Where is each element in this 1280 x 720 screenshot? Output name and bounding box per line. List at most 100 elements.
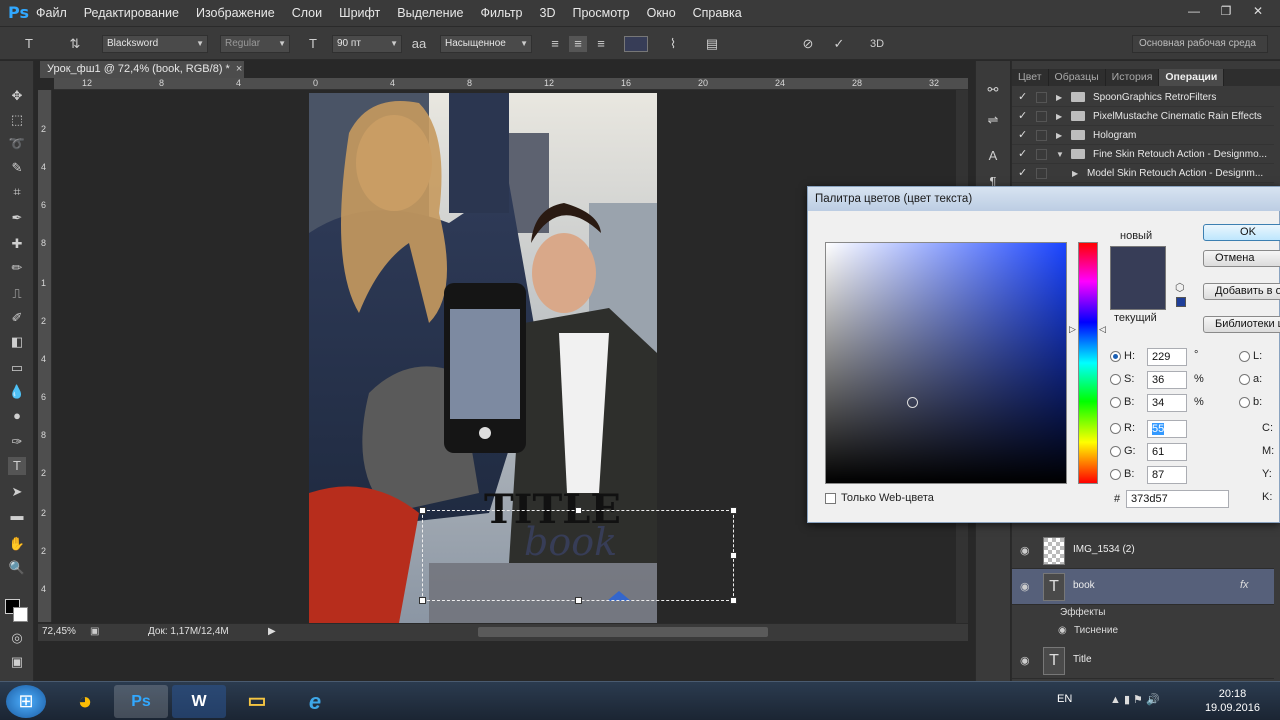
transform-handle[interactable] <box>419 507 426 514</box>
transform-handle[interactable] <box>730 507 737 514</box>
saturation-radio[interactable] <box>1110 374 1121 385</box>
quick-mask-icon[interactable]: ◎ <box>8 629 26 647</box>
check-icon[interactable]: ✓ <box>1018 107 1027 126</box>
cancel-edit-icon[interactable]: ⊘ <box>799 36 817 52</box>
transform-handle[interactable] <box>730 597 737 604</box>
transform-bounding-box[interactable] <box>422 510 734 601</box>
menu-select[interactable]: Выделение <box>397 6 463 20</box>
menu-image[interactable]: Изображение <box>196 6 275 20</box>
start-button-icon[interactable]: ⊞ <box>6 685 46 718</box>
warp-text-icon[interactable]: ⌇ <box>664 36 682 52</box>
horizontal-scrollbar-thumb[interactable] <box>478 627 768 637</box>
transform-handle[interactable] <box>419 597 426 604</box>
menu-type[interactable]: Шрифт <box>339 6 380 20</box>
s-input[interactable]: 36 <box>1147 371 1187 389</box>
adjustments-panel-icon[interactable]: ⇌ <box>984 111 1002 129</box>
expand-icon[interactable]: ▶ <box>1056 88 1062 107</box>
commit-edit-icon[interactable]: ✓ <box>830 36 848 52</box>
visibility-eye-icon[interactable]: ◉ <box>1058 625 1067 636</box>
document-info[interactable]: Док: 1,17M/12,4M <box>148 626 229 637</box>
font-family-select[interactable]: Blacksword ▼ <box>102 35 208 53</box>
h-input[interactable]: 229 <box>1147 348 1187 366</box>
explorer-taskbar-icon[interactable]: ▭ <box>230 685 284 718</box>
antialias-select[interactable]: Насыщенное ▼ <box>440 35 532 53</box>
menu-edit[interactable]: Редактирование <box>84 6 179 20</box>
crop-tool-icon[interactable]: ⌗ <box>8 183 26 201</box>
color-field-marker[interactable] <box>907 397 918 408</box>
status-arrow-icon[interactable]: ▶ <box>268 626 276 637</box>
marquee-tool-icon[interactable]: ⬚ <box>8 111 26 129</box>
align-right-icon[interactable]: ≡ <box>592 36 610 52</box>
hue-slider[interactable] <box>1078 242 1098 484</box>
clock[interactable]: 20:18 19.09.2016 <box>1205 687 1260 715</box>
collapse-icon[interactable]: ▼ <box>1056 145 1064 164</box>
layer-row-selected[interactable]: ◉ Tbook fx <box>1012 569 1274 605</box>
expand-icon[interactable]: ▶ <box>1072 164 1078 183</box>
red-radio[interactable] <box>1110 423 1121 434</box>
blue-input[interactable]: 87 <box>1147 466 1187 484</box>
tab-history[interactable]: История <box>1106 69 1160 86</box>
menu-3d[interactable]: 3D <box>540 6 556 20</box>
color-libraries-button[interactable]: Библиотеки цветов <box>1203 316 1280 333</box>
expand-icon[interactable]: ▶ <box>1056 126 1062 145</box>
language-indicator[interactable]: EN <box>1057 693 1072 705</box>
lasso-tool-icon[interactable]: ➰ <box>8 135 26 153</box>
menu-window[interactable]: Окно <box>647 6 676 20</box>
r-input[interactable]: 55 <box>1147 420 1187 438</box>
zoom-tool-icon[interactable]: 🔍 <box>8 559 26 577</box>
chrome-taskbar-icon[interactable]: ◕ <box>58 685 112 718</box>
close-window-button[interactable]: ✕ <box>1244 2 1272 20</box>
shape-tool-icon[interactable]: ▬ <box>8 507 26 525</box>
ruler-horizontal[interactable]: 12 8 4 0 4 8 12 16 20 24 28 32 <box>54 78 968 90</box>
dialog-toggle[interactable] <box>1036 149 1047 160</box>
dialog-toggle[interactable] <box>1036 168 1047 179</box>
expand-icon[interactable]: ▶ <box>1056 107 1062 126</box>
dialog-toggle[interactable] <box>1036 130 1047 141</box>
out-of-gamut-cube-icon[interactable]: ⬡ <box>1175 281 1185 294</box>
screen-mode-icon[interactable]: ▣ <box>8 653 26 671</box>
font-size-select[interactable]: 90 пт ▼ <box>332 35 402 53</box>
status-menu-icon[interactable]: ▣ <box>90 626 99 637</box>
ruler-vertical[interactable]: 2 4 6 8 1 2 4 6 8 2 2 2 4 <box>38 90 52 622</box>
layer-row[interactable]: ◉ T Title <box>1012 643 1274 679</box>
cancel-button[interactable]: Отмена <box>1203 250 1280 267</box>
hue-arrow-right-icon[interactable]: ◁ <box>1099 324 1106 335</box>
check-icon[interactable]: ✓ <box>1018 164 1027 183</box>
history-brush-tool-icon[interactable]: ✐ <box>8 309 26 327</box>
layer-effect-emboss[interactable]: Тиснение <box>1074 625 1118 636</box>
workspace-select[interactable]: Основная рабочая среда <box>1132 35 1268 53</box>
green-radio[interactable] <box>1110 446 1121 457</box>
eraser-tool-icon[interactable]: ◧ <box>8 333 26 351</box>
fx-icon[interactable]: fx <box>1240 579 1249 591</box>
tab-color[interactable]: Цвет <box>1012 69 1049 86</box>
layer-effects-label[interactable]: Эффекты <box>1060 607 1105 618</box>
check-icon[interactable]: ✓ <box>1018 88 1027 107</box>
background-color-swatch[interactable] <box>13 607 28 622</box>
word-taskbar-icon[interactable]: W <box>172 685 226 718</box>
web-safe-swatch[interactable] <box>1176 297 1186 307</box>
color-field[interactable] <box>825 242 1067 484</box>
menu-layers[interactable]: Слои <box>292 6 322 20</box>
text-color-swatch[interactable] <box>624 36 648 52</box>
path-select-tool-icon[interactable]: ➤ <box>8 483 26 501</box>
eyedropper-tool-icon[interactable]: ✒ <box>8 209 26 227</box>
dialog-toggle[interactable] <box>1036 92 1047 103</box>
zoom-level[interactable]: 72,45% <box>42 626 76 637</box>
document-tab[interactable]: Урок_фш1 @ 72,4% (book, RGB/8) * × <box>40 61 244 78</box>
a-radio[interactable] <box>1239 374 1250 385</box>
ok-button[interactable]: OK <box>1203 224 1280 241</box>
action-set-row[interactable]: ✓ ▶ SpoonGraphics RetroFilters <box>1012 88 1274 107</box>
close-document-icon[interactable]: × <box>236 63 242 75</box>
hex-input[interactable]: 373d57 <box>1126 490 1229 508</box>
brush-tool-icon[interactable]: ✏ <box>8 259 26 277</box>
stamp-tool-icon[interactable]: ⎍ <box>8 285 26 303</box>
dialog-title[interactable]: Палитра цветов (цвет текста) <box>808 187 1280 211</box>
3d-text-icon[interactable]: 3D <box>868 36 886 52</box>
tab-swatches[interactable]: Образцы <box>1049 69 1106 86</box>
menu-view[interactable]: Просмотр <box>573 6 630 20</box>
action-set-row[interactable]: ✓ ▼ Fine Skin Retouch Action - Designmo... <box>1012 145 1274 164</box>
type-tool-icon[interactable]: T <box>8 457 26 475</box>
restore-button[interactable]: ❐ <box>1212 2 1240 20</box>
g-input[interactable]: 61 <box>1147 443 1187 461</box>
type-tool-preset-icon[interactable]: T <box>20 36 38 52</box>
